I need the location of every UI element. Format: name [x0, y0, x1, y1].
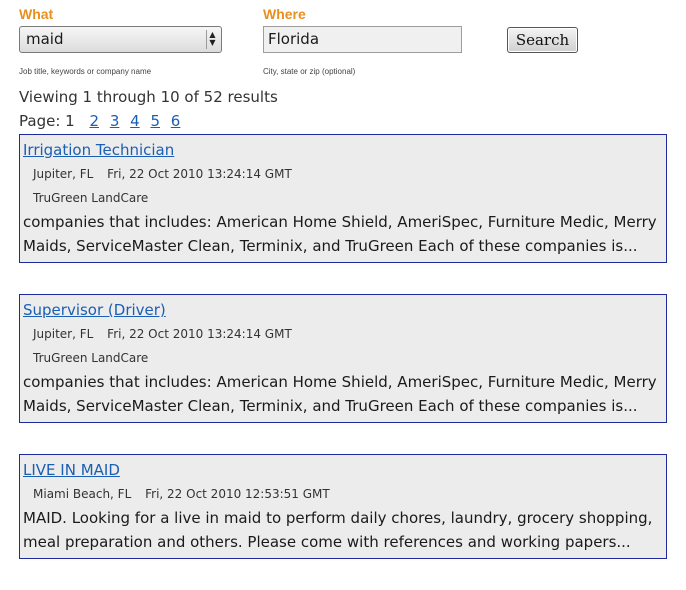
- page-link-2[interactable]: 2: [89, 112, 99, 130]
- result-item: LIVE IN MAID Miami Beach, FL Fri, 22 Oct…: [19, 454, 667, 559]
- search-button[interactable]: Search: [507, 27, 578, 53]
- where-label: Where: [263, 6, 306, 22]
- current-page: 1: [65, 112, 75, 130]
- page-link-6[interactable]: 6: [171, 112, 181, 130]
- page-link-5[interactable]: 5: [150, 112, 160, 130]
- search-form: What maid ▲ ▼ Job title, keywords or comp…: [0, 0, 686, 88]
- result-date: Fri, 22 Oct 2010 12:53:51 GMT: [145, 487, 330, 501]
- page-label: Page:: [19, 112, 61, 130]
- result-date: Fri, 22 Oct 2010 13:24:14 GMT: [107, 327, 292, 341]
- pagination: Page: 1 2 3 4 5 6: [19, 112, 180, 130]
- results-summary: Viewing 1 through 10 of 52 results: [19, 88, 278, 106]
- select-arrows-icon: ▲ ▼: [206, 30, 218, 49]
- result-snippet: companies that includes: American Home S…: [23, 373, 657, 415]
- result-item: Supervisor (Driver) Jupiter, FL Fri, 22 …: [19, 294, 667, 423]
- where-input[interactable]: Florida: [263, 26, 462, 53]
- result-meta: Jupiter, FL Fri, 22 Oct 2010 13:24:14 GM…: [23, 322, 663, 346]
- result-meta: Miami Beach, FL Fri, 22 Oct 2010 12:53:5…: [23, 482, 663, 506]
- result-date: Fri, 22 Oct 2010 13:24:14 GMT: [107, 167, 292, 181]
- what-label: What: [19, 6, 54, 22]
- result-location: Jupiter, FL: [33, 327, 94, 341]
- result-location: Jupiter, FL: [33, 167, 94, 181]
- result-title-link[interactable]: Supervisor (Driver): [23, 300, 166, 322]
- results-list: Irrigation Technician Jupiter, FL Fri, 2…: [19, 134, 667, 590]
- result-company: TruGreen LandCare: [33, 191, 149, 205]
- page-link-3[interactable]: 3: [110, 112, 120, 130]
- result-item: Irrigation Technician Jupiter, FL Fri, 2…: [19, 134, 667, 263]
- result-meta: Jupiter, FL Fri, 22 Oct 2010 13:24:14 GM…: [23, 162, 663, 186]
- result-title-link[interactable]: LIVE IN MAID: [23, 460, 120, 482]
- what-select-value: maid: [26, 30, 64, 48]
- result-location: Miami Beach, FL: [33, 487, 132, 501]
- what-select[interactable]: maid ▲ ▼: [19, 26, 222, 53]
- result-snippet: MAID. Looking for a live in maid to perf…: [23, 509, 653, 551]
- result-title-link[interactable]: Irrigation Technician: [23, 140, 174, 162]
- result-company: TruGreen LandCare: [33, 351, 149, 365]
- page-link-4[interactable]: 4: [130, 112, 140, 130]
- result-snippet: companies that includes: American Home S…: [23, 213, 657, 255]
- what-hint: Job title, keywords or company name: [19, 67, 152, 76]
- where-hint: City, state or zip (optional): [263, 67, 356, 76]
